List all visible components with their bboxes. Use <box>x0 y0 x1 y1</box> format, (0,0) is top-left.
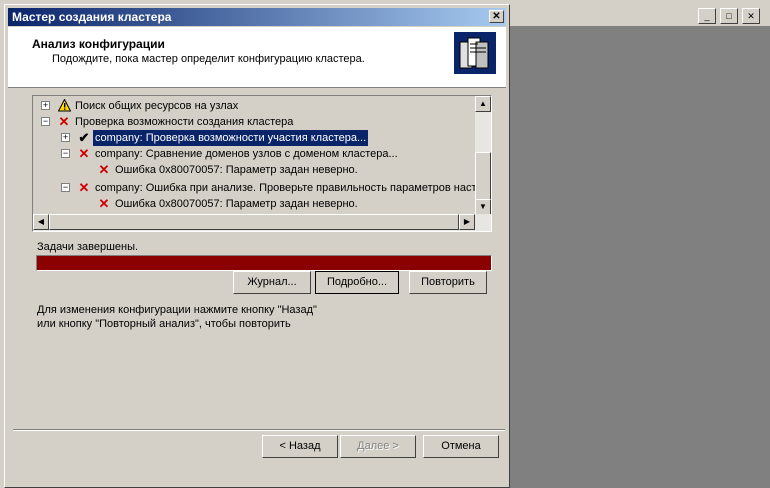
background-window-controls: _ □ ✕ <box>510 8 770 26</box>
scroll-up-icon[interactable]: ▲ <box>475 96 491 112</box>
tree-item-label: Ошибка 0x80070057: Параметр задан неверн… <box>115 198 358 210</box>
status-text: Задачи завершены. <box>37 241 139 253</box>
error-icon: ✕ <box>98 196 110 211</box>
horizontal-scroll-thumb[interactable] <box>49 214 459 230</box>
scroll-right-icon[interactable]: ▶ <box>459 214 475 230</box>
wizard-header: Анализ конфигурации Подождите, пока маст… <box>8 27 506 88</box>
close-icon[interactable]: ✕ <box>742 8 760 24</box>
maximize-icon[interactable]: □ <box>720 8 738 24</box>
instruction-text: Для изменения конфигурации нажмите кнопк… <box>37 303 317 331</box>
button-separator <box>13 429 505 431</box>
tree-item-label: company: Сравнение доменов узлов с домен… <box>95 148 398 160</box>
back-button[interactable]: < Назад <box>262 435 338 458</box>
error-icon: ✕ <box>78 180 90 195</box>
error-icon: ✕ <box>98 162 110 177</box>
collapse-icon[interactable]: − <box>61 149 70 158</box>
tree-item-label: Ошибка 0x80070057: Параметр задан неверн… <box>115 164 358 176</box>
check-icon: ✔ <box>78 130 90 145</box>
progress-bar <box>36 255 492 271</box>
log-button[interactable]: Журнал... <box>233 271 311 294</box>
vertical-scroll-thumb[interactable] <box>475 152 491 200</box>
cluster-wizard-dialog: Мастер создания кластера ✕ Анализ конфиг… <box>4 4 510 488</box>
tree-item-label: Поиск общих ресурсов на узлах <box>75 100 239 112</box>
dialog-titlebar[interactable]: Мастер создания кластера ✕ <box>8 8 506 26</box>
dialog-title: Мастер создания кластера <box>12 10 172 24</box>
warning-icon <box>57 98 71 114</box>
tree-item-label: Проверка возможности создания кластера <box>75 116 294 128</box>
page-title: Анализ конфигурации <box>32 37 165 51</box>
collapse-icon[interactable]: − <box>61 183 70 192</box>
next-button[interactable]: Далее > <box>340 435 416 458</box>
cluster-servers-icon <box>454 32 496 74</box>
tree-item-label: company: Ошибка при анализе. Проверьте п… <box>95 182 477 194</box>
background-panel <box>510 26 770 488</box>
horizontal-scrollbar[interactable]: ◀ ▶ <box>33 214 491 231</box>
collapse-icon[interactable]: − <box>41 117 50 126</box>
minimize-icon[interactable]: _ <box>698 8 716 24</box>
details-button[interactable]: Подробно... <box>315 271 399 294</box>
close-button[interactable]: ✕ <box>489 10 504 23</box>
analysis-tree[interactable]: + Поиск общих ресурсов на узлах − ✕ Пров… <box>32 95 492 232</box>
cancel-button[interactable]: Отмена <box>423 435 499 458</box>
vertical-scrollbar[interactable]: ▲ ▼ <box>475 96 491 215</box>
tree-item-label: company: Проверка возможности участия кл… <box>93 130 369 146</box>
instruction-line: Для изменения конфигурации нажмите кнопк… <box>37 304 317 316</box>
retry-button[interactable]: Повторить <box>409 271 487 294</box>
error-icon: ✕ <box>78 146 90 161</box>
error-icon: ✕ <box>58 114 70 129</box>
progress-fill <box>37 256 491 270</box>
expand-icon[interactable]: + <box>41 101 50 110</box>
page-subtitle: Подождите, пока мастер определит конфигу… <box>52 53 365 65</box>
expand-icon[interactable]: + <box>61 133 70 142</box>
instruction-line: или кнопку "Повторный анализ", чтобы пов… <box>37 318 291 330</box>
scroll-left-icon[interactable]: ◀ <box>33 214 49 230</box>
scroll-down-icon[interactable]: ▼ <box>475 199 491 215</box>
